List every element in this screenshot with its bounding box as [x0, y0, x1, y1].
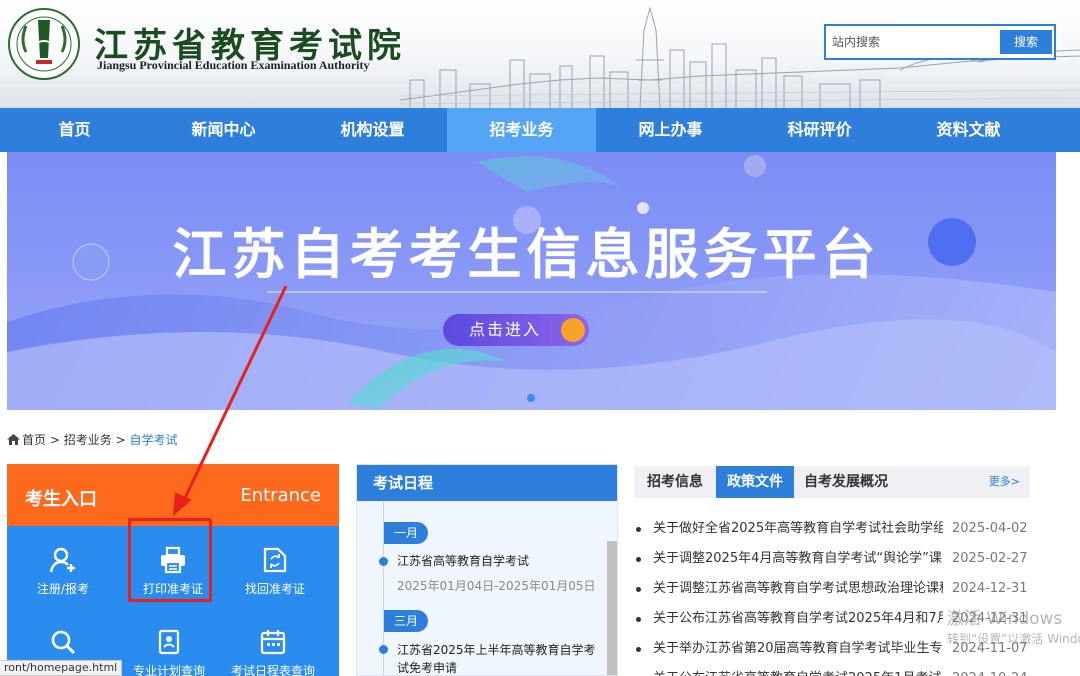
windows-activation-watermark: 激活 Windows 转到“设置”以激活 Windows。: [947, 604, 1080, 647]
tab-self-exam-overview[interactable]: 自考发展概况: [794, 466, 898, 498]
nav-item-documents[interactable]: 资料文献: [894, 108, 1043, 152]
breadcrumb-current[interactable]: 自学考试: [129, 433, 177, 447]
tab-policy-documents[interactable]: 政策文件: [716, 466, 794, 498]
calendar-icon: [260, 630, 286, 655]
news-date: 2024-10-24: [952, 666, 1028, 676]
nav-item-organization[interactable]: 机构设置: [298, 108, 447, 152]
news-list: 关于做好全省2025年高等教育自学考试社会助学组... 2025-04-02 关于…: [634, 516, 1030, 676]
major-plan-query-label: 专业计划查询: [132, 664, 205, 676]
list-item[interactable]: 关于做好全省2025年高等教育自学考试社会助学组... 2025-04-02: [634, 516, 1030, 546]
exam-schedule-list[interactable]: 一月 江苏省高等教育自学考试 2025年01月04日-2025年01月05日 三…: [357, 501, 617, 675]
bullet-icon: [636, 647, 641, 652]
more-link[interactable]: 更多>: [989, 466, 1020, 498]
site-header: 江苏省教育考试院 Jiangsu Provincial Education Ex…: [0, 0, 1080, 108]
news-date: 2025-02-27: [952, 551, 1028, 566]
site-search: 搜索: [824, 24, 1056, 60]
main-nav: 首页 新闻中心 机构设置 招考业务 网上办事 科研评价 资料文献: [0, 108, 1080, 152]
entrance-header: 考生入口 Entrance: [7, 464, 339, 526]
exam-schedule-title: 考试日程: [357, 465, 617, 501]
highlight-box: [128, 518, 212, 602]
magnifier-icon: [51, 630, 76, 655]
breadcrumb: 首页 > 招考业务 > 自学考试: [7, 431, 177, 448]
bullet-icon: [636, 557, 641, 562]
news-tabs: 招考信息 政策文件 自考发展概况 更多>: [634, 466, 1030, 498]
watermark-line1: 激活 Windows: [947, 609, 1063, 629]
list-item[interactable]: 关于调整江苏省高等教育自学考试思想政治理论课程... 2024-12-31: [634, 576, 1030, 606]
breadcrumb-home[interactable]: 首页: [22, 433, 46, 447]
nav-item-research[interactable]: 科研评价: [745, 108, 894, 152]
entrance-title-en: Entrance: [240, 485, 321, 506]
enter-platform-button[interactable]: 点击进入: [443, 314, 589, 346]
major-plan-query-link[interactable]: 专业计划查询: [117, 628, 221, 676]
entrance-title: 考生入口: [25, 489, 97, 510]
list-item[interactable]: 关于调整2025年4月高等教育自学考试“舆论学”课... 2025-02-27: [634, 546, 1030, 576]
tab-admission-info[interactable]: 招考信息: [634, 466, 716, 498]
search-query-link[interactable]: [11, 628, 115, 662]
breadcrumb-separator: >: [49, 433, 60, 447]
nav-item-home[interactable]: 首页: [0, 108, 149, 152]
authority-emblem-icon: [8, 8, 80, 80]
watermark-line2: 转到“设置”以激活 Windows。: [947, 632, 1080, 646]
schedule-scrollbar[interactable]: [607, 541, 617, 675]
schedule-event[interactable]: 江苏省高等教育自学考试: [397, 552, 605, 570]
browser-status-url: ront/homepage.html: [0, 660, 123, 676]
list-item[interactable]: 关于公布江苏省高等教育自学考试2025年1月考试日... 2024-10-24: [634, 666, 1030, 676]
exam-schedule-query-label: 考试日程表查询: [230, 664, 315, 676]
retrieve-admission-ticket-link[interactable]: 找回准考证: [223, 546, 327, 597]
nav-item-news[interactable]: 新闻中心: [149, 108, 298, 152]
news-title[interactable]: 关于调整江苏省高等教育自学考试思想政治理论课程...: [653, 576, 943, 602]
timeline-dot-icon: [379, 557, 388, 566]
register-apply-link[interactable]: 注册/报考: [11, 546, 115, 597]
enter-platform-label: 点击进入: [469, 320, 542, 339]
bullet-icon: [636, 527, 641, 532]
document-user-icon: [158, 629, 180, 655]
retrieve-admission-ticket-label: 找回准考证: [244, 582, 305, 596]
refresh-document-icon: [263, 547, 287, 573]
search-button[interactable]: 搜索: [1000, 30, 1052, 54]
site-title-en: Jiangsu Provincial Education Examination…: [97, 58, 370, 72]
news-title[interactable]: 关于调整2025年4月高等教育自学考试“舆论学”课...: [653, 546, 943, 572]
bullet-icon: [636, 617, 641, 622]
nav-item-online-services[interactable]: 网上办事: [596, 108, 745, 152]
search-input[interactable]: [832, 32, 992, 52]
exam-schedule-panel: 考试日程 一月 江苏省高等教育自学考试 2025年01月04日-2025年01月…: [356, 464, 618, 676]
breadcrumb-admissions[interactable]: 招考业务: [64, 433, 112, 447]
news-title[interactable]: 关于公布江苏省高等教育自学考试2025年4月和7月...: [653, 606, 943, 632]
schedule-dates: 2025年01月04日-2025年01月05日: [397, 579, 596, 593]
nav-item-admissions[interactable]: 招考业务: [447, 108, 596, 152]
register-apply-label: 注册/报考: [36, 582, 90, 596]
news-title[interactable]: 关于公布江苏省高等教育自学考试2025年1月考试日...: [653, 666, 943, 676]
bullet-icon: [636, 587, 641, 592]
schedule-event[interactable]: 江苏省2025年上半年高等教育自学考试免考申请: [383, 641, 605, 675]
news-date: 2025-04-02: [952, 521, 1028, 536]
breadcrumb-separator: >: [115, 433, 126, 447]
banner-title: 江苏自考考生信息服务平台: [172, 223, 881, 286]
user-add-icon: [49, 547, 75, 573]
month-badge: 一月: [384, 522, 428, 544]
orange-dot-icon: [561, 318, 585, 342]
news-title[interactable]: 关于做好全省2025年高等教育自学考试社会助学组...: [653, 516, 943, 542]
exam-schedule-query-link[interactable]: 考试日程表查询: [221, 628, 325, 676]
hero-banner[interactable]: 江苏自考考生信息服务平台 点击进入: [7, 152, 1056, 410]
news-date: 2024-12-31: [952, 581, 1028, 596]
home-icon: [7, 434, 20, 445]
news-title[interactable]: 关于举办江苏省第20届高等教育自学考试毕业生专...: [653, 636, 943, 662]
month-badge: 三月: [384, 610, 428, 632]
